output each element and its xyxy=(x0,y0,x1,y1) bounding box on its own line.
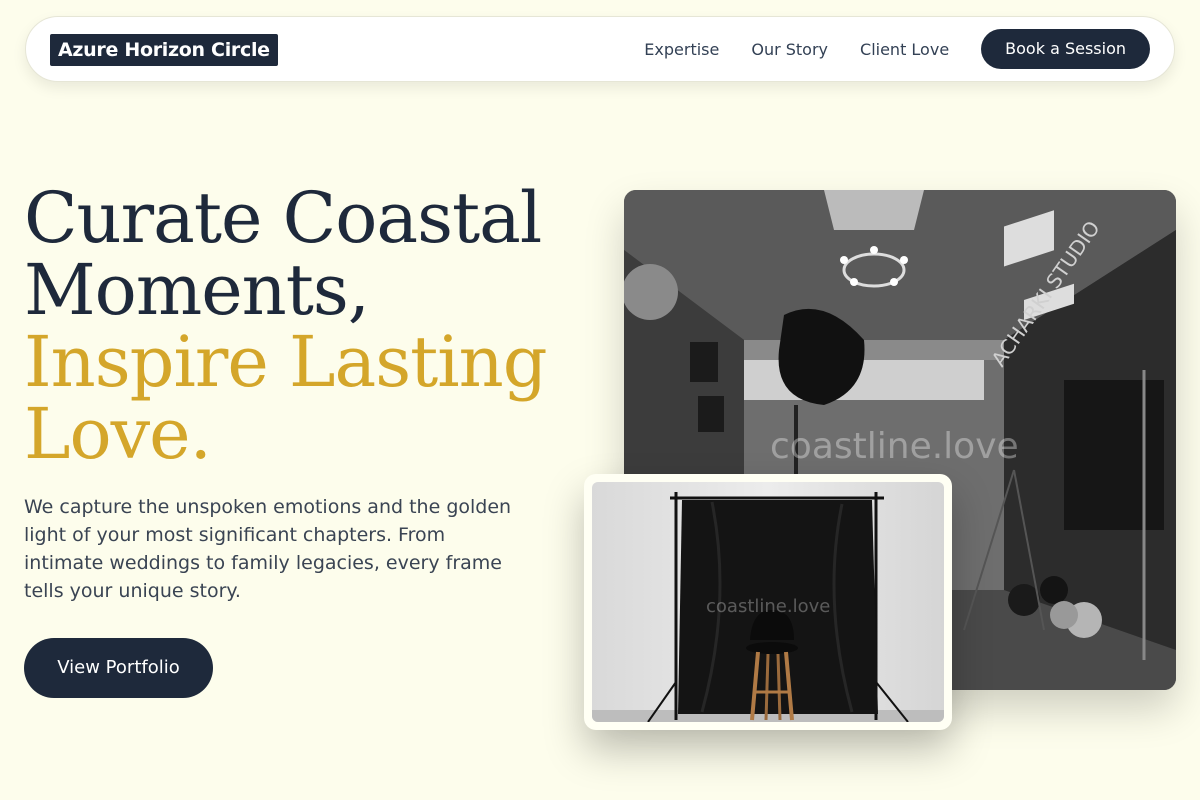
hero-title-line-2: Moments, xyxy=(24,249,370,331)
nav-link-client-love[interactable]: Client Love xyxy=(860,40,949,59)
book-session-button[interactable]: Book a Session xyxy=(981,29,1150,69)
brand-logo[interactable]: Azure Horizon Circle xyxy=(50,34,278,66)
nav-link-our-story[interactable]: Our Story xyxy=(751,40,828,59)
top-navbar: Azure Horizon Circle Expertise Our Story… xyxy=(25,16,1175,82)
backdrop-photo-watermark: coastline.love xyxy=(706,596,831,617)
hero-subtitle: We capture the unspoken emotions and the… xyxy=(24,496,512,602)
hero-title-line-1: Curate Coastal xyxy=(24,177,542,259)
hero-title: Curate Coastal Moments, Inspire Lasting … xyxy=(24,182,584,470)
main-photo-watermark: coastline.love xyxy=(770,426,1019,467)
view-portfolio-button[interactable]: View Portfolio xyxy=(24,638,213,698)
nav-link-expertise[interactable]: Expertise xyxy=(644,40,719,59)
nav-links: Expertise Our Story Client Love Book a S… xyxy=(644,29,1150,69)
backdrop-photo: coastline.love xyxy=(592,482,944,722)
hero-title-line-3: Inspire Lasting xyxy=(24,321,548,403)
hero-title-line-4: Love. xyxy=(24,393,212,475)
backdrop-photo-frame: coastline.love xyxy=(584,474,952,730)
